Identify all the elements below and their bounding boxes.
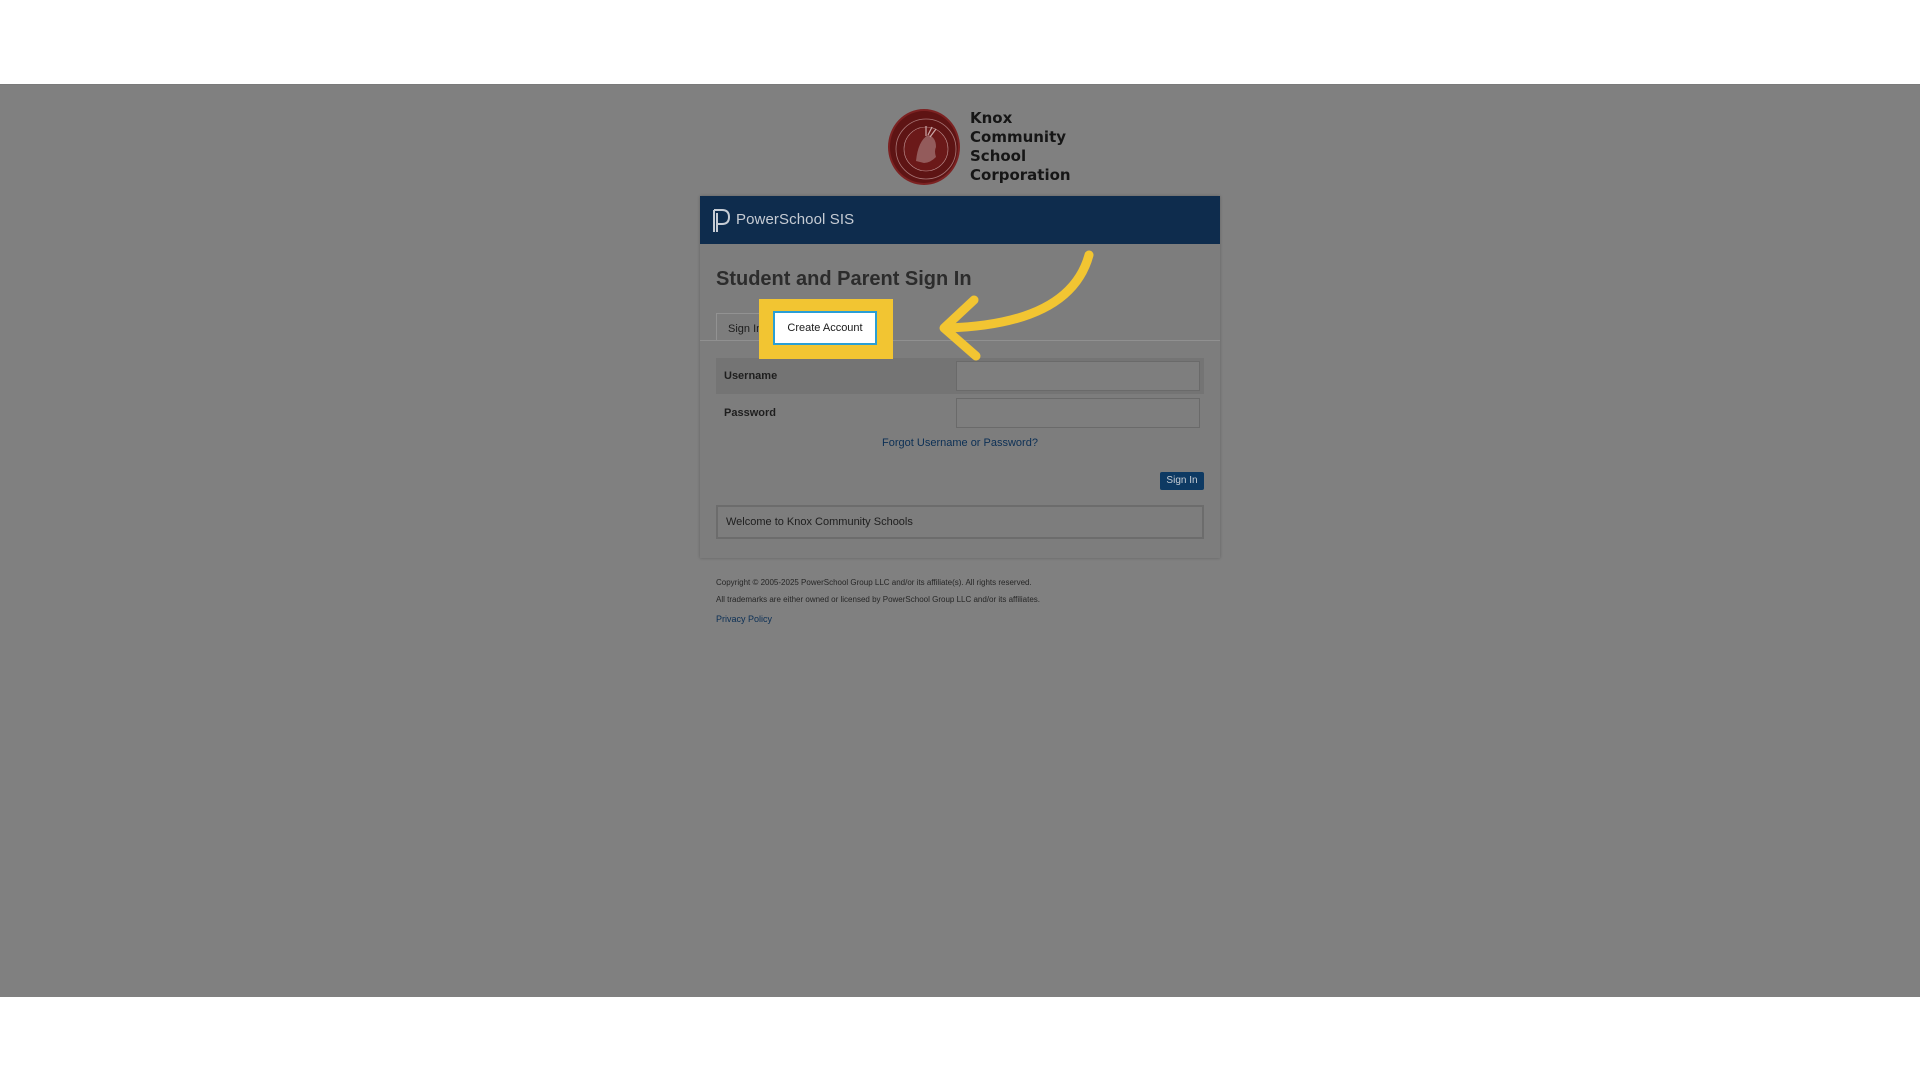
footer: Copyright © 2005-2025 PowerSchool Group … — [716, 574, 1040, 608]
privacy-policy-link[interactable]: Privacy Policy — [716, 614, 772, 624]
powerschool-logo-icon — [713, 209, 731, 232]
school-logo: Knox Community School Corporation — [888, 109, 1071, 187]
product-title: PowerSchool SIS — [736, 211, 855, 228]
school-name-line: Community — [970, 128, 1067, 146]
welcome-message: Welcome to Knox Community Schools — [716, 505, 1204, 539]
panel-header: PowerSchool SIS — [700, 196, 1220, 244]
username-input[interactable] — [956, 361, 1200, 391]
school-name: Knox Community School Corporation — [970, 109, 1080, 185]
password-row: Password — [716, 395, 1204, 431]
tab-create-account[interactable]: Create Account — [773, 311, 877, 345]
school-name-line: Knox — [970, 109, 1013, 127]
trademark-text: All trademarks are either owned or licen… — [716, 595, 1041, 604]
sign-in-button[interactable]: Sign In — [1160, 472, 1204, 490]
password-label: Password — [724, 407, 776, 419]
curved-arrow-icon — [939, 250, 1094, 361]
school-seal-icon — [888, 109, 960, 185]
school-name-line: Corporation — [970, 166, 1071, 184]
forgot-credentials-link[interactable]: Forgot Username or Password? — [700, 437, 1220, 449]
username-label: Username — [724, 370, 778, 382]
school-name-line: School — [970, 147, 1027, 165]
password-input[interactable] — [956, 398, 1200, 428]
copyright-text: Copyright © 2005-2025 PowerSchool Group … — [716, 578, 1032, 587]
